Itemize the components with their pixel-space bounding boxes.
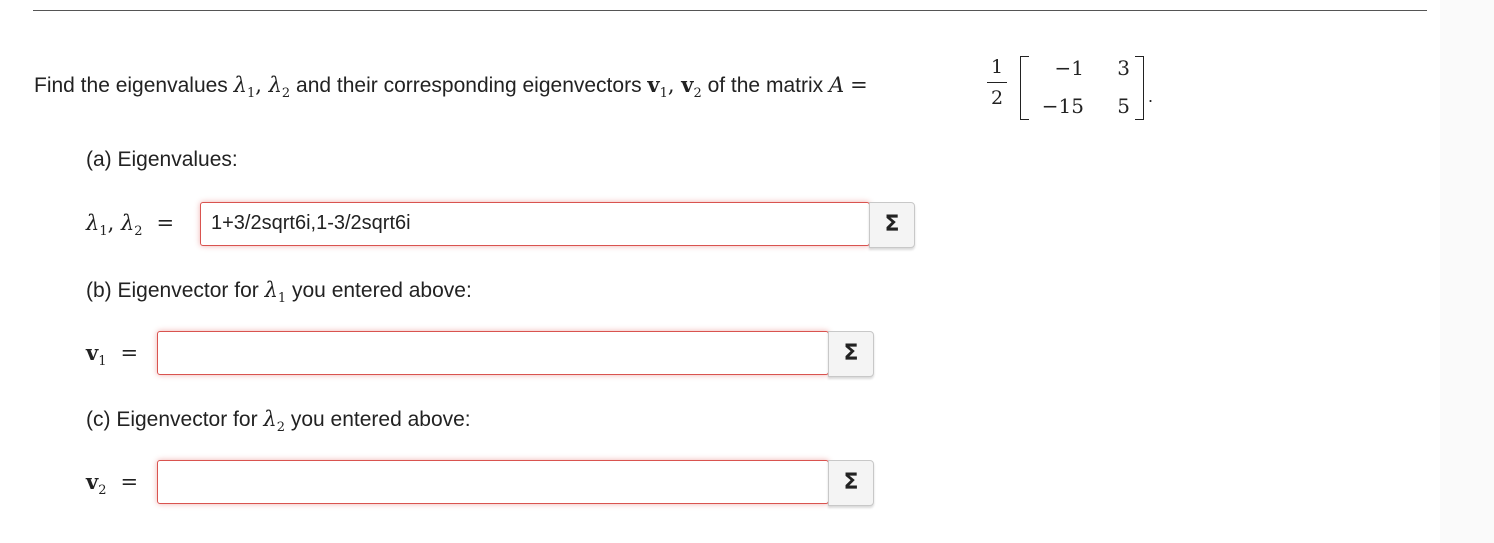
lambda1-subscript: 1	[277, 291, 287, 306]
v2-symbol: v	[86, 469, 99, 494]
right-margin-shade	[1440, 0, 1494, 543]
part-c-lhs: v2 =	[86, 469, 139, 498]
question-suffix: of the matrix	[701, 74, 829, 97]
fraction-numerator: 1	[990, 56, 1004, 78]
v1-subscript: 1	[98, 354, 107, 369]
eigenvalues-sigma-button[interactable]: Σ	[869, 202, 915, 248]
eigenvector-v1-sigma-button[interactable]: Σ	[828, 331, 874, 377]
eigenvalues-input[interactable]: 1+3/2sqrt6i,1-3/2sqrt6i	[200, 202, 870, 246]
matrix-left-bracket	[1020, 56, 1029, 120]
scalar-fraction: 1 2	[987, 56, 1007, 109]
question-text: Find the eigenvalues λ1, λ2 and their co…	[34, 70, 874, 104]
equals-sign: =	[120, 470, 139, 494]
part-b-label-prefix: (b) Eigenvector for	[86, 279, 265, 302]
matrix-cell-a11: −1	[1054, 56, 1084, 80]
part-c-label-prefix: (c) Eigenvector for	[86, 408, 264, 431]
lambda2-symbol: λ	[268, 73, 282, 97]
lambda2-subscript: 2	[281, 86, 291, 101]
part-a-lhs: λ1, λ2 =	[86, 211, 175, 239]
fraction-bar	[987, 82, 1007, 83]
question-equals: =	[850, 73, 868, 97]
matrix-cell-a22: 5	[1117, 94, 1130, 118]
lhs-separator: ,	[107, 211, 121, 235]
v2-symbol: v	[681, 72, 694, 97]
part-b-label: (b) Eigenvector for λ1 you entered above…	[86, 278, 472, 306]
v2-subscript: 2	[693, 86, 702, 101]
lambda1-symbol: λ	[233, 73, 247, 97]
question-separator: ,	[255, 73, 269, 97]
v1-symbol: v	[86, 340, 99, 365]
equals-sign: =	[120, 341, 139, 365]
matrix-name: A	[828, 73, 845, 97]
matrix-cell-a21: −15	[1041, 94, 1084, 118]
part-b-lhs: v1 =	[86, 340, 139, 369]
equals-sign: =	[156, 211, 175, 235]
eigenvector-v2-input[interactable]	[157, 460, 829, 504]
part-a-label: (a) Eigenvalues:	[86, 148, 238, 171]
lambda1-subscript: 1	[246, 86, 256, 101]
v1-symbol: v	[647, 72, 660, 97]
eigenvector-v2-sigma-button[interactable]: Σ	[828, 460, 874, 506]
part-c-label-suffix: you entered above:	[285, 408, 471, 431]
part-b-label-suffix: you entered above:	[286, 279, 472, 302]
v1-subscript: 1	[659, 86, 668, 101]
fraction-denominator: 2	[990, 87, 1004, 109]
question-middle: and their corresponding eigenvectors	[290, 74, 648, 97]
matrix-right-bracket	[1135, 56, 1144, 120]
lambda2-symbol: λ	[263, 407, 277, 431]
part-c-label: (c) Eigenvector for λ2 you entered above…	[86, 407, 471, 435]
eigenvector-v1-input[interactable]	[157, 331, 829, 375]
question-period: .	[1148, 86, 1154, 106]
lambda1-symbol: λ	[86, 211, 100, 235]
lambda2-symbol: λ	[120, 211, 135, 235]
matrix-cell-a12: 3	[1117, 56, 1130, 80]
lambda2-subscript: 2	[134, 224, 143, 239]
question-separator-2: ,	[667, 73, 682, 97]
lambda1-subscript: 1	[99, 224, 108, 239]
v2-subscript: 2	[98, 483, 107, 498]
question-prefix: Find the eigenvalues	[34, 74, 234, 97]
lambda2-subscript: 2	[276, 420, 285, 435]
matrix-A: −1 3 −15 5	[1020, 54, 1144, 122]
lambda1-symbol: λ	[264, 278, 278, 302]
top-divider	[33, 10, 1427, 11]
